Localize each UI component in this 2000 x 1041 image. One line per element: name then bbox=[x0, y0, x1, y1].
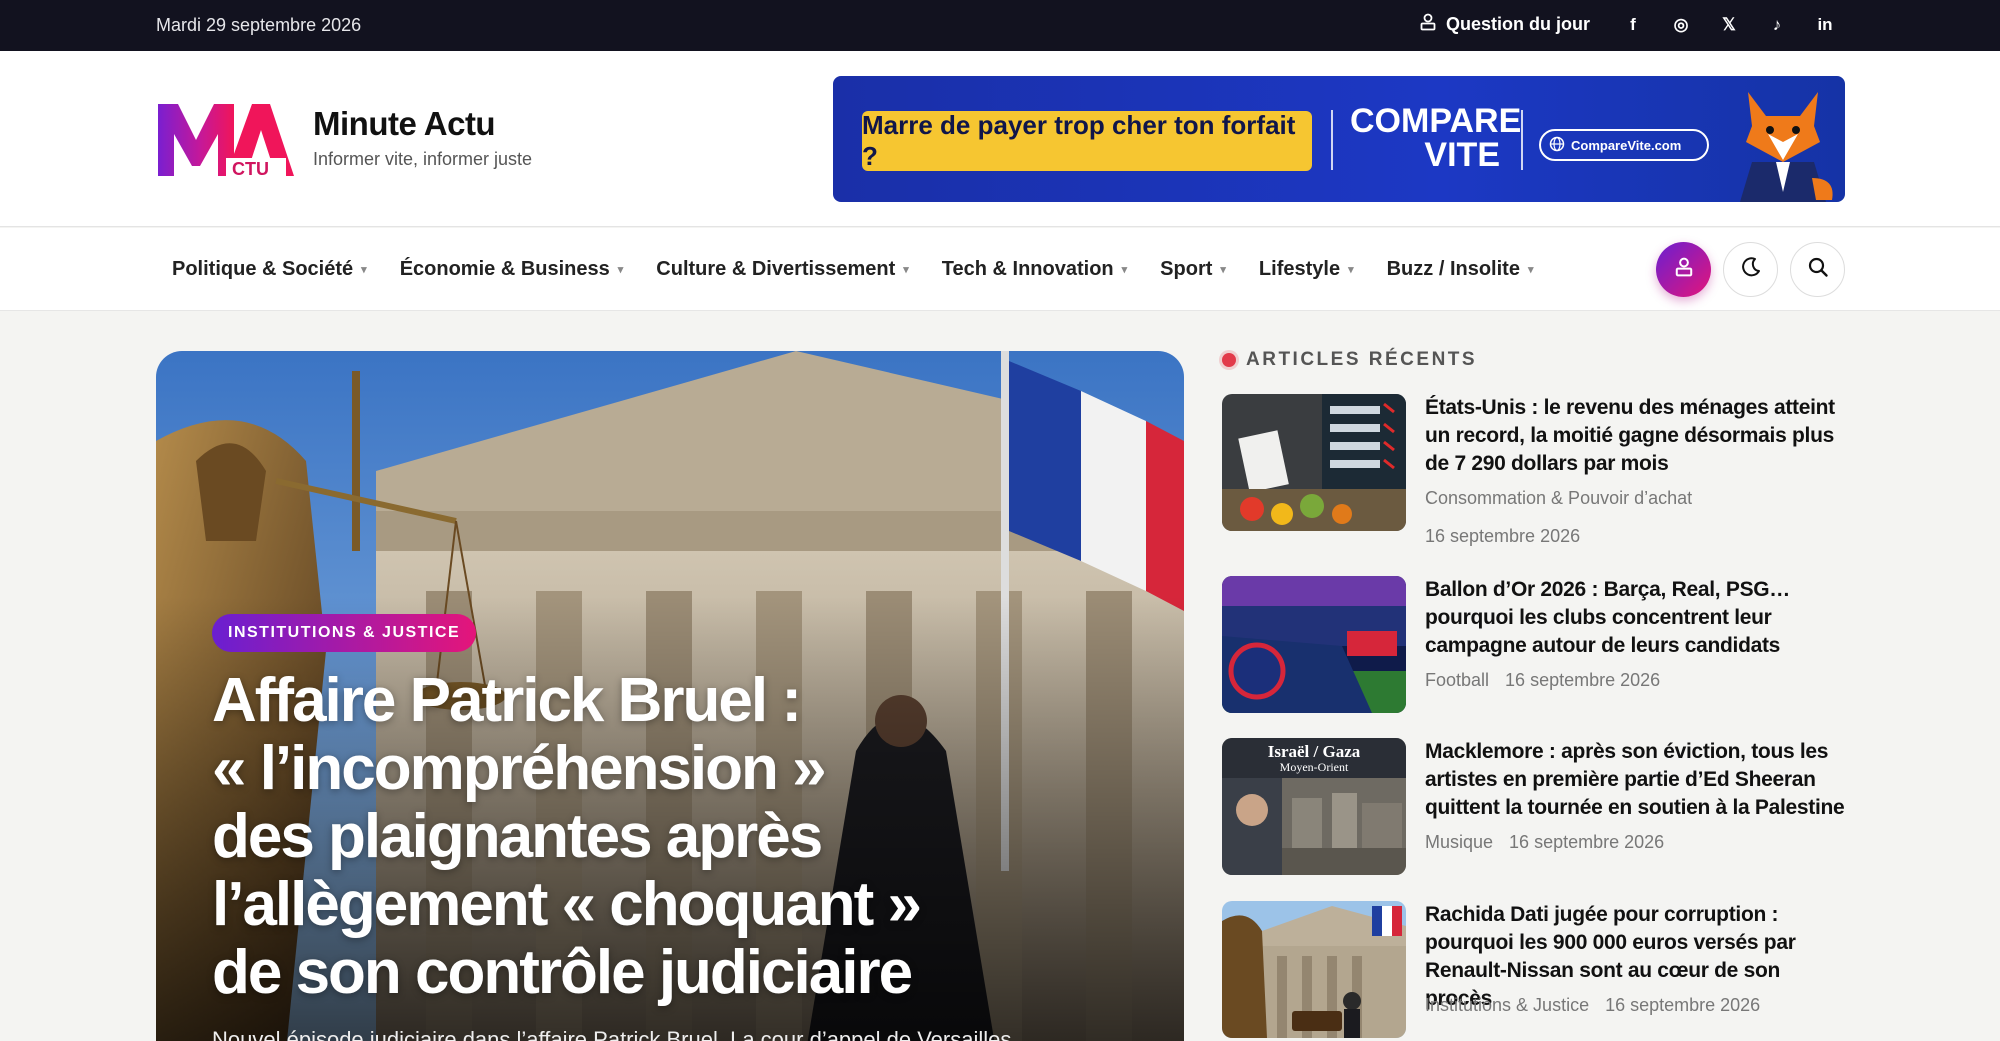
chevron-down-icon: ▾ bbox=[617, 264, 624, 276]
x-twitter-icon[interactable]: 𝕏 bbox=[1718, 12, 1740, 38]
nav-label: Tech & Innovation bbox=[941, 258, 1114, 280]
live-dot-icon bbox=[1222, 353, 1236, 367]
user-icon bbox=[1420, 13, 1436, 36]
question-du-jour-label: Question du jour bbox=[1446, 14, 1590, 34]
hero-title-line: « l’incompréhension » bbox=[212, 734, 827, 803]
nav-item-politique[interactable]: Politique & Société ▾ bbox=[172, 258, 367, 281]
recent-articles-heading: ARTICLES RÉCENTS bbox=[1222, 349, 1477, 371]
chevron-down-icon: ▾ bbox=[1348, 264, 1354, 276]
chevron-down-icon: ▾ bbox=[361, 264, 367, 276]
article-category[interactable]: Football bbox=[1425, 670, 1489, 690]
user-icon bbox=[1675, 257, 1693, 282]
ad-brand-line2: VITE bbox=[1424, 136, 1500, 174]
article-thumbnail[interactable] bbox=[1222, 394, 1406, 531]
hero-title-line: de son contrôle judiciaire bbox=[212, 938, 913, 1007]
article-date: 16 septembre 2026 bbox=[1605, 995, 1761, 1015]
social-links: f ◎ 𝕏 ♪ in bbox=[1622, 12, 1836, 38]
nav-label: Culture & Divertissement bbox=[656, 258, 896, 280]
article-meta: Football 16 septembre 2026 bbox=[1425, 670, 1660, 691]
nav-label: Économie & Business bbox=[399, 258, 610, 280]
ad-brand: COMPARE VITE bbox=[1350, 102, 1522, 174]
chevron-down-icon: ▾ bbox=[903, 264, 909, 276]
article-title[interactable]: États-Unis : le revenu des ménages attei… bbox=[1425, 394, 1847, 478]
article-category[interactable]: Musique bbox=[1425, 832, 1493, 852]
site-name[interactable]: Minute Actu bbox=[313, 105, 496, 143]
article-category[interactable]: Consommation & Pouvoir d’achat bbox=[1425, 488, 1692, 509]
ad-brand-line1: COMPARE bbox=[1350, 102, 1522, 140]
account-button[interactable] bbox=[1656, 242, 1711, 297]
recent-article[interactable]: Ballon d’Or 2026 : Barça, Real, PSG… pou… bbox=[1222, 576, 1847, 716]
chevron-down-icon: ▾ bbox=[1121, 264, 1128, 276]
article-meta: Musique 16 septembre 2026 bbox=[1425, 832, 1664, 853]
nav-label: Lifestyle bbox=[1258, 258, 1341, 280]
article-thumbnail[interactable] bbox=[1222, 901, 1406, 1038]
nav-label: Buzz / Insolite bbox=[1386, 258, 1520, 280]
nav-label: Sport bbox=[1160, 258, 1213, 280]
moon-icon bbox=[1740, 256, 1762, 283]
nav-item-economie[interactable]: Économie & Business ▾ bbox=[400, 258, 624, 281]
hero-excerpt: Nouvel épisode judiciaire dans l’affaire… bbox=[212, 1027, 1012, 1041]
site-tagline: Informer vite, informer juste bbox=[313, 149, 533, 169]
current-date: Mardi 29 septembre 2026 bbox=[156, 15, 362, 35]
chevron-down-icon: ▾ bbox=[1220, 264, 1226, 276]
dark-mode-toggle[interactable] bbox=[1723, 242, 1778, 297]
article-date: 16 septembre 2026 bbox=[1509, 832, 1665, 852]
fox-mascot-icon bbox=[1728, 82, 1838, 202]
facebook-icon[interactable]: f bbox=[1622, 12, 1644, 38]
chevron-down-icon: ▾ bbox=[1527, 264, 1534, 276]
advertisement-banner[interactable]: Marre de payer trop cher ton forfait ? C… bbox=[833, 76, 1845, 202]
linkedin-icon[interactable]: in bbox=[1814, 12, 1836, 38]
article-category[interactable]: Institutions & Justice bbox=[1425, 995, 1589, 1015]
recent-article[interactable]: Rachida Dati jugée pour corruption : pou… bbox=[1222, 901, 1847, 1041]
nav-item-lifestyle[interactable]: Lifestyle ▾ bbox=[1259, 258, 1354, 281]
tiktok-icon[interactable]: ♪ bbox=[1766, 12, 1788, 38]
nav-item-tech[interactable]: Tech & Innovation ▾ bbox=[942, 258, 1127, 281]
globe-icon bbox=[1549, 136, 1565, 155]
nav-label: Politique & Société bbox=[172, 258, 354, 280]
ad-divider bbox=[1521, 110, 1523, 170]
hero-title-line: l’allègement « choquant » bbox=[212, 870, 922, 939]
top-bar: Mardi 29 septembre 2026 Question du jour… bbox=[0, 0, 2000, 51]
instagram-icon[interactable]: ◎ bbox=[1670, 12, 1692, 38]
recent-article[interactable]: États-Unis : le revenu des ménages attei… bbox=[1222, 394, 1847, 554]
ad-divider bbox=[1331, 110, 1333, 170]
recent-article[interactable]: Israël / Gaza Moyen-Orient Macklemore : … bbox=[1222, 738, 1847, 878]
article-thumbnail[interactable] bbox=[1222, 576, 1406, 713]
hero-title-line: des plaignantes après bbox=[212, 802, 823, 871]
ad-url-pill: CompareVite.com bbox=[1539, 129, 1709, 161]
article-title[interactable]: Ballon d’Or 2026 : Barça, Real, PSG… pou… bbox=[1425, 576, 1847, 660]
thumb-caption-2: Moyen-Orient bbox=[1280, 760, 1349, 774]
nav-item-sport[interactable]: Sport ▾ bbox=[1160, 258, 1226, 281]
site-logo[interactable]: CTU bbox=[156, 100, 294, 180]
hero-title-line: Affaire Patrick Bruel : bbox=[212, 666, 802, 735]
hero-article[interactable]: INSTITUTIONS & JUSTICE Affaire Patrick B… bbox=[156, 351, 1184, 1041]
article-date: 16 septembre 2026 bbox=[1505, 670, 1661, 690]
thumb-caption-1: Israël / Gaza bbox=[1268, 742, 1361, 761]
ad-headline: Marre de payer trop cher ton forfait ? bbox=[862, 110, 1312, 171]
search-icon bbox=[1807, 256, 1829, 283]
nav-item-buzz[interactable]: Buzz / Insolite ▾ bbox=[1387, 258, 1534, 281]
article-thumbnail[interactable]: Israël / Gaza Moyen-Orient bbox=[1222, 738, 1406, 875]
nav-item-culture[interactable]: Culture & Divertissement ▾ bbox=[656, 258, 909, 281]
article-date: 16 septembre 2026 bbox=[1425, 526, 1581, 546]
hero-title[interactable]: Affaire Patrick Bruel : « l’incompréhens… bbox=[212, 667, 1032, 1007]
question-du-jour-link[interactable]: Question du jour bbox=[1420, 13, 1590, 36]
site-header: CTU Minute Actu Informer vite, informer … bbox=[0, 51, 2000, 227]
hero-category-badge[interactable]: INSTITUTIONS & JUSTICE bbox=[212, 614, 477, 652]
svg-text:CTU: CTU bbox=[232, 159, 269, 179]
article-meta: Institutions & Justice 16 septembre 2026 bbox=[1425, 995, 1760, 1016]
search-button[interactable] bbox=[1790, 242, 1845, 297]
ad-url: CompareVite.com bbox=[1571, 137, 1682, 153]
article-title[interactable]: Macklemore : après son éviction, tous le… bbox=[1425, 738, 1847, 822]
recent-articles-label: ARTICLES RÉCENTS bbox=[1246, 349, 1478, 370]
